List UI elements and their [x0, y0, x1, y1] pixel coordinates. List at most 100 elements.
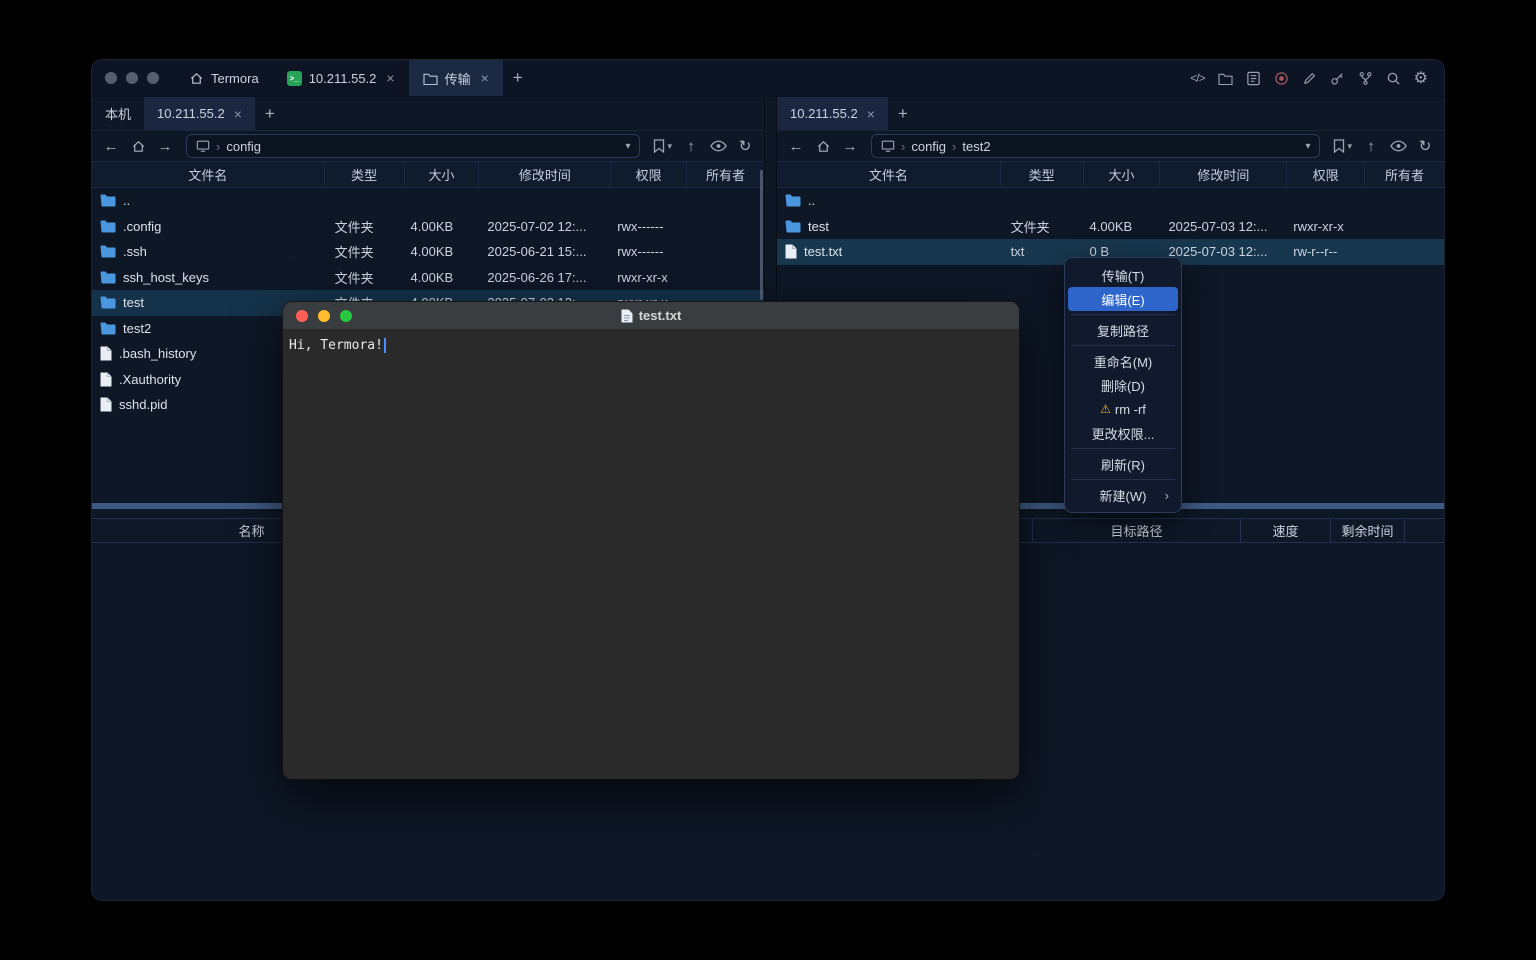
breadcrumb[interactable]: › config ▾: [186, 134, 640, 158]
editor-titlebar[interactable]: test.txt: [283, 302, 1019, 330]
parent-dir-button[interactable]: ↑: [680, 135, 702, 157]
column-header[interactable]: 剩余时间: [1330, 519, 1405, 542]
column-header[interactable]: 文件名: [92, 162, 325, 187]
scrollbar-thumb[interactable]: [760, 170, 763, 300]
tab-termora-home[interactable]: Termora: [175, 60, 273, 96]
column-header[interactable]: 大小: [1084, 162, 1161, 187]
forward-button[interactable]: →: [839, 135, 861, 157]
breadcrumb[interactable]: › config › test2 ▾: [871, 134, 1320, 158]
parent-dir-button[interactable]: ↑: [1360, 135, 1382, 157]
titlebar-actions: </> ⚙: [1190, 60, 1444, 96]
file-row[interactable]: .config 文件夹 4.00KB 2025-07-02 12:... rwx…: [92, 214, 764, 240]
home-button[interactable]: [812, 135, 834, 157]
column-header[interactable]: 速度: [1240, 519, 1330, 542]
refresh-button[interactable]: ↻: [734, 135, 756, 157]
code-icon[interactable]: </>: [1190, 71, 1204, 85]
home-button[interactable]: [127, 135, 149, 157]
menu-item-label: 新建(W): [1100, 486, 1147, 505]
folder-icon: [100, 245, 116, 258]
right-toolbar: ← → › config › test2 ▾ ▾ ↑ ↻: [777, 131, 1444, 161]
search-icon[interactable]: [1386, 71, 1401, 86]
chevron-down-icon[interactable]: ▾: [1305, 141, 1310, 152]
column-header[interactable]: 类型: [1001, 162, 1084, 187]
record-icon[interactable]: [1274, 71, 1289, 86]
column-header[interactable]: 权限: [611, 162, 687, 187]
close-icon[interactable]: ×: [481, 70, 489, 86]
file-row[interactable]: test 文件夹 4.00KB 2025-07-03 12:... rwxr-x…: [777, 214, 1444, 240]
tab-local[interactable]: 本机: [92, 97, 144, 130]
breadcrumb-segment[interactable]: test2: [962, 139, 990, 154]
log-icon[interactable]: [1246, 71, 1261, 86]
file-name-cell: ..: [92, 193, 325, 208]
column-header[interactable]: 所有者: [687, 162, 764, 187]
file-mtime: 2025-06-26 17:...: [479, 270, 611, 285]
tab-transfer[interactable]: 传输 ×: [409, 60, 503, 96]
close-window-button[interactable]: [105, 72, 117, 84]
column-header[interactable]: 文件名: [777, 162, 1001, 187]
sftp-folder-icon[interactable]: [1218, 72, 1233, 85]
show-hidden-button[interactable]: [1387, 135, 1409, 157]
file-row[interactable]: ..: [92, 188, 764, 214]
close-window-button[interactable]: [296, 310, 308, 322]
branch-icon[interactable]: [1358, 71, 1373, 86]
refresh-button[interactable]: ↻: [1414, 135, 1436, 157]
file-row[interactable]: .ssh 文件夹 4.00KB 2025-06-21 15:... rwx---…: [92, 239, 764, 265]
close-icon[interactable]: ×: [867, 106, 875, 122]
column-header[interactable]: 权限: [1287, 162, 1365, 187]
file-name-cell: ..: [777, 193, 1001, 208]
file-name-cell: .config: [92, 219, 325, 234]
file-name-cell: ssh_host_keys: [92, 270, 325, 285]
new-pane-tab-button[interactable]: +: [255, 97, 285, 130]
column-header[interactable]: 目标路径: [1032, 519, 1240, 542]
menu-item-refresh[interactable]: 刷新(R): [1068, 452, 1178, 476]
editor-content[interactable]: Hi, Termora!: [283, 330, 1019, 361]
editor-traffic-lights: [283, 310, 352, 322]
bookmark-icon: [653, 139, 665, 153]
key-icon[interactable]: [1330, 71, 1345, 86]
maximize-window-button[interactable]: [340, 310, 352, 322]
file-row[interactable]: ssh_host_keys 文件夹 4.00KB 2025-06-26 17:.…: [92, 265, 764, 291]
column-header[interactable]: 所有者: [1365, 162, 1444, 187]
close-icon[interactable]: ×: [234, 106, 242, 122]
maximize-window-button[interactable]: [147, 72, 159, 84]
minimize-window-button[interactable]: [318, 310, 330, 322]
file-name-cell: test: [777, 219, 1001, 234]
menu-item-copy-path[interactable]: 复制路径: [1068, 318, 1178, 342]
menu-item-rename[interactable]: 重命名(M): [1068, 349, 1178, 373]
column-header[interactable]: 类型: [325, 162, 405, 187]
edit-pencil-icon[interactable]: [1302, 71, 1317, 86]
settings-gear-icon[interactable]: ⚙: [1414, 68, 1428, 88]
close-icon[interactable]: ×: [386, 70, 394, 86]
editor-title: test.txt: [639, 308, 682, 323]
menu-item-change-permissions[interactable]: 更改权限...: [1068, 421, 1178, 445]
menu-item-new[interactable]: 新建(W) ›: [1068, 483, 1178, 507]
forward-button[interactable]: →: [154, 135, 176, 157]
breadcrumb-segment[interactable]: config: [911, 139, 946, 154]
folder-icon: [423, 72, 438, 85]
back-button[interactable]: ←: [785, 135, 807, 157]
file-row[interactable]: ..: [777, 188, 1444, 214]
menu-item-delete[interactable]: 删除(D): [1068, 373, 1178, 397]
tab-ssh-host[interactable]: >_ 10.211.55.2 ×: [273, 60, 409, 96]
column-header[interactable]: 修改时间: [1160, 162, 1287, 187]
bookmark-button[interactable]: ▾: [1330, 139, 1355, 153]
menu-separator: [1071, 479, 1175, 480]
breadcrumb-segment[interactable]: config: [226, 139, 261, 154]
chevron-down-icon[interactable]: ▾: [625, 141, 630, 152]
column-header[interactable]: 修改时间: [479, 162, 611, 187]
tab-remote-host[interactable]: 10.211.55.2 ×: [777, 97, 888, 130]
minimize-window-button[interactable]: [126, 72, 138, 84]
new-pane-tab-button[interactable]: +: [888, 97, 918, 130]
file-name: .ssh: [123, 244, 147, 259]
tab-remote-host[interactable]: 10.211.55.2 ×: [144, 97, 255, 130]
new-tab-button[interactable]: +: [503, 60, 533, 96]
bookmark-button[interactable]: ▾: [650, 139, 675, 153]
column-header[interactable]: 大小: [405, 162, 480, 187]
show-hidden-button[interactable]: [707, 135, 729, 157]
menu-item-transfer[interactable]: 传输(T): [1068, 263, 1178, 287]
back-button[interactable]: ←: [100, 135, 122, 157]
menu-item-rm-rf[interactable]: ⚠ rm -rf: [1068, 397, 1178, 421]
folder-icon: [785, 194, 801, 207]
computer-icon: [881, 139, 895, 153]
menu-item-edit[interactable]: 编辑(E): [1068, 287, 1178, 311]
